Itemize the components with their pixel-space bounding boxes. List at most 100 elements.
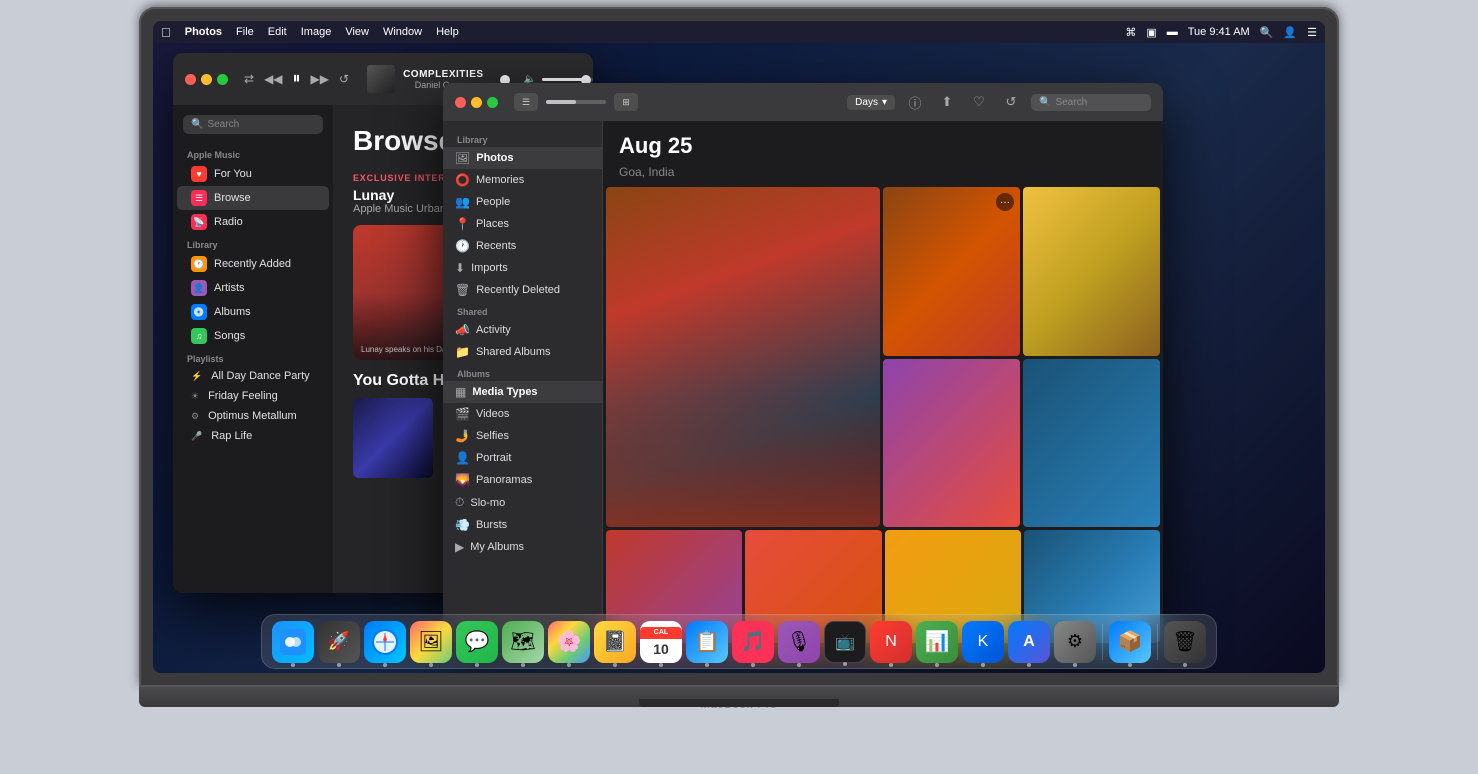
dock-icon-tv[interactable]: 📺 [824, 621, 866, 663]
music-search-box[interactable]: 🔍 Search [183, 115, 323, 134]
sidebar-toggle-icon[interactable]: ☰ [514, 93, 538, 111]
dock-icon-keynote[interactable]: K [962, 621, 1004, 663]
photos-search-box[interactable]: 🔍 Search [1031, 94, 1151, 111]
photos-sidebar-imports[interactable]: ⬇ Imports [443, 257, 602, 279]
dock-icon-photos2[interactable]: 🌸 [548, 621, 590, 663]
sidebar-item-playlist-4[interactable]: 🎤 Rap Life [177, 426, 329, 446]
sidebar-item-browse[interactable]: ☰ Browse [177, 186, 329, 210]
photos-sidebar-activity[interactable]: 📣 Activity [443, 319, 602, 341]
menubar-window[interactable]: Window [383, 26, 422, 38]
photo-cell-mr1[interactable] [883, 359, 1020, 528]
search-menubar-icon[interactable]: 🔍 [1260, 26, 1274, 39]
selfies-icon: 🤳 [455, 429, 470, 443]
pause-button[interactable]: ⏸ [293, 70, 301, 88]
photos-minimize-button[interactable] [471, 97, 482, 108]
dock-icon-appstore[interactable]: A [1008, 621, 1050, 663]
date-header: Aug 25 [603, 121, 1163, 165]
portrait-icon: 👤 [455, 451, 470, 465]
photos-sidebar-bursts[interactable]: 💨 Bursts [443, 514, 602, 536]
activity-icon: 📣 [455, 323, 470, 337]
sidebar-item-playlist-1[interactable]: ⚡ All Day Dance Party [177, 366, 329, 386]
photos-close-button[interactable] [455, 97, 466, 108]
photos-sidebar-selfies[interactable]: 🤳 Selfies [443, 425, 602, 447]
photos-sidebar-places[interactable]: 📍 Places [443, 213, 602, 235]
bursts-icon: 💨 [455, 518, 470, 532]
people-icon: 👥 [455, 195, 470, 209]
sidebar-item-albums[interactable]: 💿 Albums [177, 300, 329, 324]
days-selector[interactable]: Days ▾ [847, 95, 895, 110]
photos-sidebar-memories[interactable]: ⭕ Memories [443, 169, 602, 191]
menubar-file[interactable]: File [236, 26, 254, 38]
videos-label: Videos [476, 408, 509, 420]
menubar-help[interactable]: Help [436, 26, 459, 38]
dock-icon-news[interactable]: N [870, 621, 912, 663]
photo-cell-tr1[interactable]: ··· [883, 187, 1020, 356]
shuffle-icon[interactable]: ⇄ [244, 72, 254, 86]
menubar-edit[interactable]: Edit [268, 26, 287, 38]
volume-slider[interactable] [542, 78, 593, 81]
photos-sidebar-photos[interactable]: 🖼 Photos [443, 147, 602, 169]
photos-sidebar-panoramas[interactable]: 🌄 Panoramas [443, 469, 602, 491]
heart-icon[interactable]: ♡ [967, 90, 991, 114]
dock-icon-safari[interactable] [364, 621, 406, 663]
playlist-4-label: Rap Life [211, 430, 252, 442]
sidebar-item-artists[interactable]: 👤 Artists [177, 276, 329, 300]
menubar-app-name[interactable]: Photos [185, 26, 222, 38]
dock-icon-numbers[interactable]: 📊 [916, 621, 958, 663]
recently-added-label: Recently Added [214, 258, 291, 270]
dock-icon-maps[interactable]: 🗺 [502, 621, 544, 663]
repeat-icon[interactable]: ↺ [339, 72, 349, 86]
dock-icon-files[interactable]: 📋 [686, 621, 728, 663]
sidebar-item-playlist-2[interactable]: ☀ Friday Feeling [177, 386, 329, 406]
macbook:  Photos File Edit Image View Window Hel… [89, 7, 1389, 767]
control-center-icon[interactable]: ☰ [1307, 26, 1317, 39]
days-chevron-icon: ▾ [882, 97, 887, 108]
grid-view-icon[interactable]: ⊞ [614, 93, 638, 111]
dock-icon-storage[interactable]: 📦 [1109, 621, 1151, 663]
photos-app-window: ☰ ⊞ Days ▾ ⓘ ⬆ [443, 83, 1163, 643]
dock-icon-photos-app[interactable]: 🖼 [410, 621, 452, 663]
dock-icon-calendar[interactable]: CAL 10 [640, 621, 682, 663]
dock-icon-system-preferences[interactable]: ⚙ [1054, 621, 1096, 663]
apple-logo-icon[interactable]:  [161, 25, 171, 40]
photos-sidebar-slo-mo[interactable]: ⏱ Slo-mo [443, 491, 602, 514]
selfies-label: Selfies [476, 430, 509, 442]
dock-icon-notes[interactable]: 📓 [594, 621, 636, 663]
photo-cell-mr2[interactable] [1023, 359, 1160, 528]
photos-sidebar-portrait[interactable]: 👤 Portrait [443, 447, 602, 469]
photos-sidebar-media-types[interactable]: ▦ Media Types [443, 381, 602, 403]
minimize-button[interactable] [201, 74, 212, 85]
sidebar-item-playlist-3[interactable]: ⚙ Optimus Metallum [177, 406, 329, 426]
photos-sidebar-people[interactable]: 👥 People [443, 191, 602, 213]
dock-icon-podcasts[interactable]: 🎙 [778, 621, 820, 663]
photos-shared-label: Shared [443, 301, 602, 319]
photos-sidebar-my-albums[interactable]: ▶ My Albums [443, 536, 602, 558]
photos-sidebar-videos[interactable]: 🎬 Videos [443, 403, 602, 425]
sidebar-item-songs[interactable]: ♫ Songs [177, 324, 329, 348]
dock-icon-finder[interactable] [272, 621, 314, 663]
photo-cell-large[interactable] [606, 187, 880, 527]
sidebar-item-radio[interactable]: 📡 Radio [177, 210, 329, 234]
dock-icon-trash[interactable]: 🗑 [1164, 621, 1206, 663]
rotate-icon[interactable]: ↺ [999, 90, 1023, 114]
photos-sidebar-shared-albums[interactable]: 📁 Shared Albums [443, 341, 602, 363]
user-icon[interactable]: 👤 [1283, 26, 1297, 39]
share-icon[interactable]: ⬆ [935, 90, 959, 114]
menubar-view[interactable]: View [345, 26, 369, 38]
next-track-icon[interactable]: ▶▶ [311, 72, 329, 86]
info-icon[interactable]: ⓘ [903, 90, 927, 114]
dock-icon-launchpad[interactable]: 🚀 [318, 621, 360, 663]
photos-sidebar-recents[interactable]: 🕐 Recents [443, 235, 602, 257]
photos-maximize-button[interactable] [487, 97, 498, 108]
album-card-1[interactable] [353, 398, 433, 482]
photos-sidebar-recently-deleted[interactable]: 🗑 Recently Deleted [443, 279, 602, 301]
dock-icon-messages[interactable]: 💬 [456, 621, 498, 663]
maximize-button[interactable] [217, 74, 228, 85]
sidebar-item-for-you[interactable]: ♥ For You [177, 162, 329, 186]
photo-cell-tr2[interactable] [1023, 187, 1160, 356]
close-button[interactable] [185, 74, 196, 85]
sidebar-item-recently-added[interactable]: 🕐 Recently Added [177, 252, 329, 276]
prev-track-icon[interactable]: ◀◀ [264, 72, 282, 86]
menubar-image[interactable]: Image [301, 26, 332, 38]
dock-icon-music[interactable]: 🎵 [732, 621, 774, 663]
